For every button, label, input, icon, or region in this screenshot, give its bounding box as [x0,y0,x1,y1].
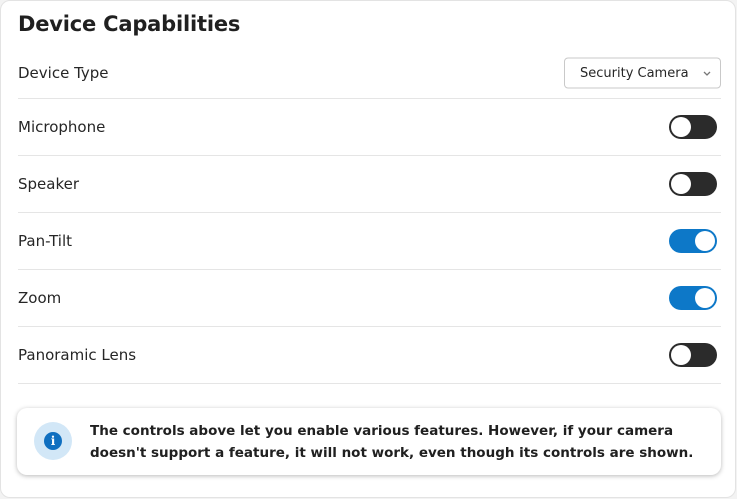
device-capabilities-panel: Device Capabilities Device Type Security… [0,0,736,498]
toggle-knob [695,288,715,308]
pan-tilt-toggle[interactable] [669,229,717,253]
device-type-row: Device Type Security Camera [18,48,721,99]
toggle-knob [671,345,691,365]
info-glyph: i [44,432,62,450]
capability-row-speaker: Speaker [18,156,721,213]
toggle-knob [671,174,691,194]
panoramic-lens-label: Panoramic Lens [18,346,137,364]
info-icon: i [34,422,72,460]
info-notice: i The controls above let you enable vari… [17,408,721,475]
microphone-label: Microphone [18,118,106,136]
speaker-toggle[interactable] [669,172,717,196]
capability-row-microphone: Microphone [18,99,721,156]
chevron-down-icon [703,71,711,76]
zoom-label: Zoom [18,289,62,307]
info-text: The controls above let you enable variou… [90,423,694,461]
speaker-label: Speaker [18,175,80,193]
microphone-toggle[interactable] [669,115,717,139]
capability-row-panoramic-lens: Panoramic Lens [18,327,721,384]
device-type-select[interactable]: Security Camera [564,57,721,89]
zoom-toggle[interactable] [669,286,717,310]
device-type-label: Device Type [18,64,109,82]
panel-title: Device Capabilities [18,12,241,36]
panoramic-lens-toggle[interactable] [669,343,717,367]
device-type-selected-value: Security Camera [580,65,689,81]
capability-row-pan-tilt: Pan-Tilt [18,213,721,270]
pan-tilt-label: Pan-Tilt [18,232,73,250]
toggle-knob [695,231,715,251]
toggle-knob [671,117,691,137]
capability-row-zoom: Zoom [18,270,721,327]
